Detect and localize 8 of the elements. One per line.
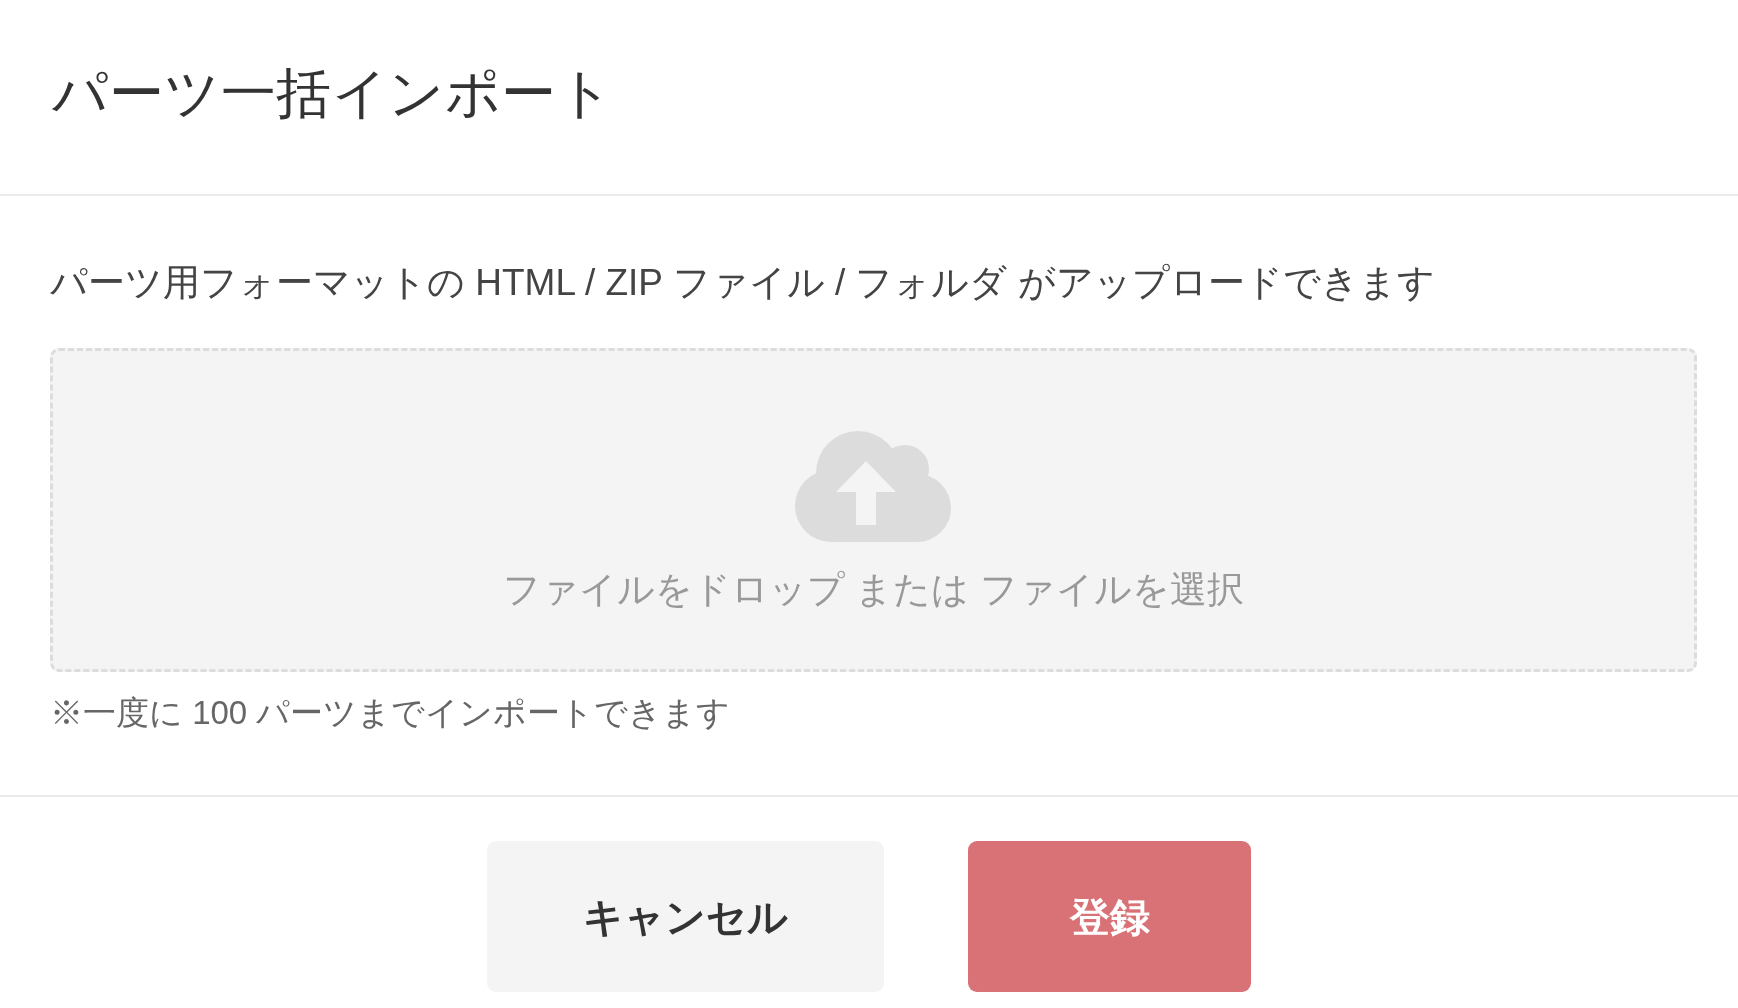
import-limit-note: ※一度に 100 パーツまでインポートできます [50,693,732,733]
file-drop-zone[interactable]: ファイルをドロップ または ファイルを選択 [50,348,1697,672]
drop-zone-text: ファイルをドロップ または ファイルを選択 [503,568,1244,612]
register-button[interactable]: 登録 [968,841,1251,992]
cloud-upload-icon [794,431,953,542]
description-text: パーツ用フォーマットの HTML / ZIP ファイル / フォルダ がアップロードできます [50,261,1436,305]
cancel-button[interactable]: キャンセル [487,841,884,992]
dialog-title: パーツ一括インポート [52,61,613,126]
